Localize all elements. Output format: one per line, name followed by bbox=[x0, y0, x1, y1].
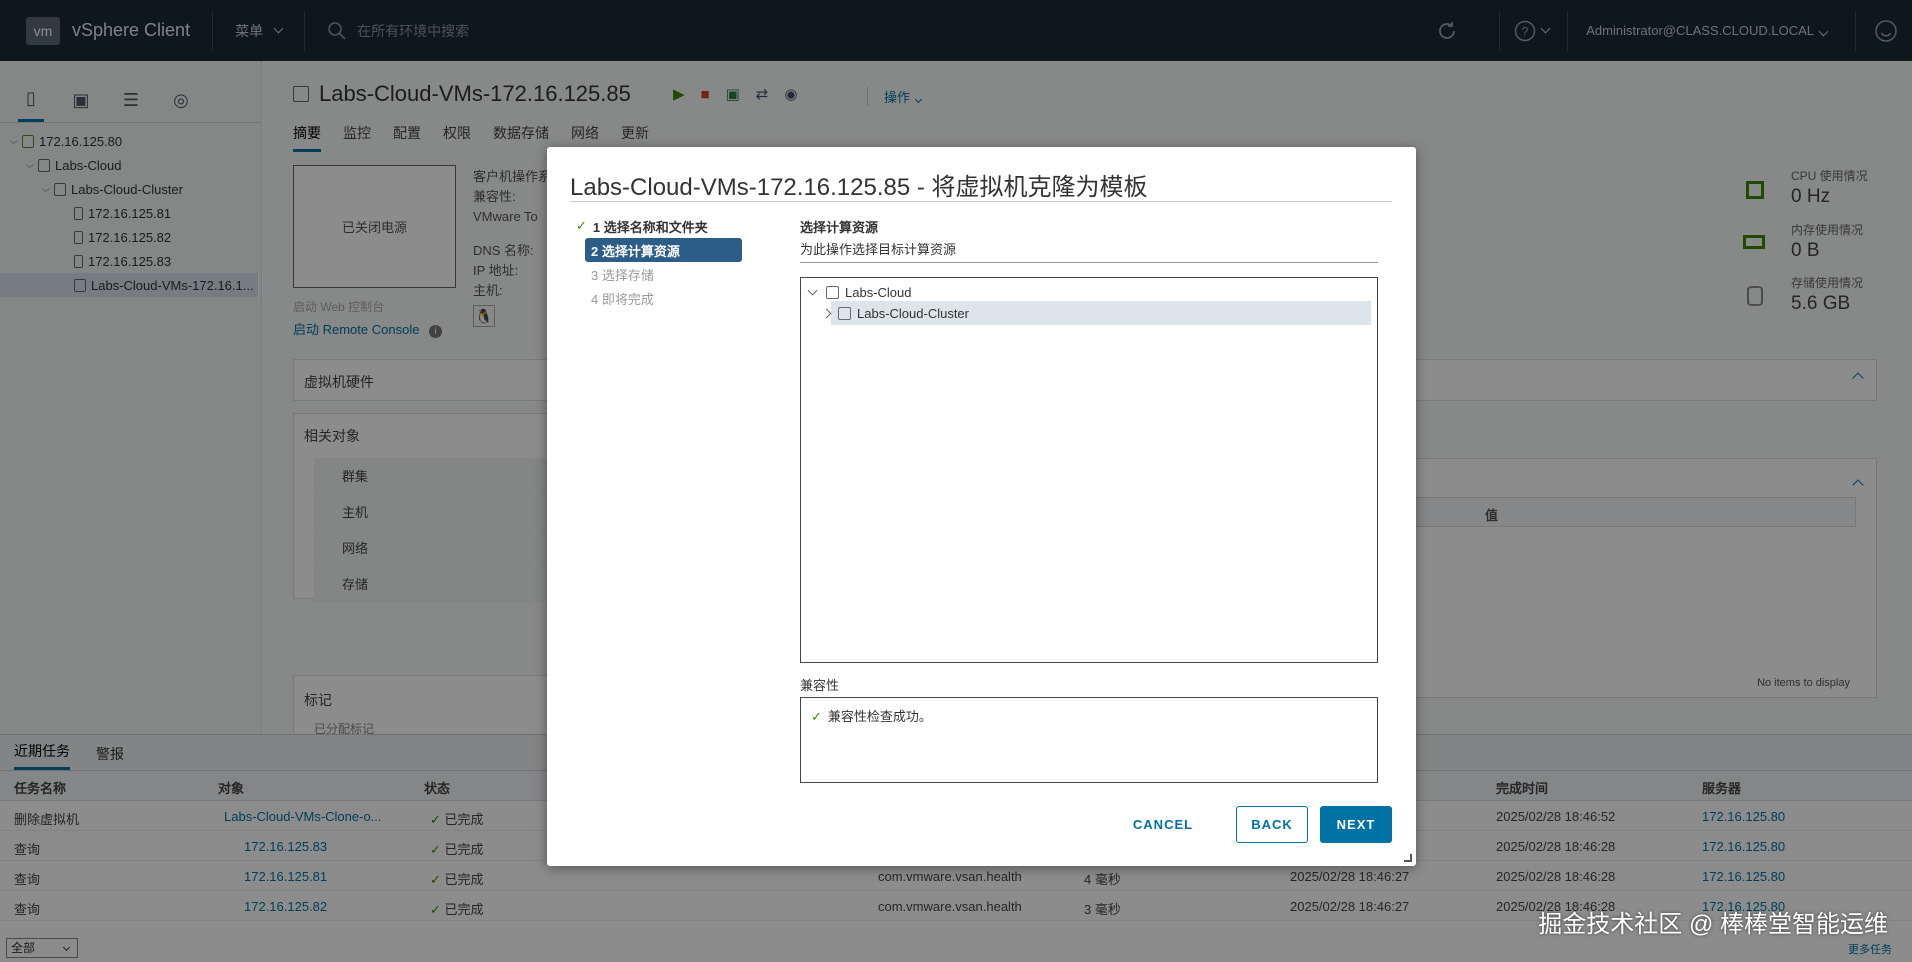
check-icon: ✓ bbox=[576, 218, 587, 233]
compatibility-message: 兼容性检查成功。 bbox=[827, 709, 932, 724]
section-title: 选择计算资源 bbox=[800, 220, 879, 235]
check-icon: ✓ bbox=[811, 709, 822, 724]
clone-to-template-wizard: Labs-Cloud-VMs-172.16.125.85 - 将虚拟机克隆为模板… bbox=[547, 147, 1416, 866]
compatibility-box: ✓ 兼容性检查成功。 bbox=[800, 697, 1378, 783]
tree-node-cluster[interactable]: Labs-Cloud-Cluster bbox=[821, 301, 1371, 325]
cluster-icon bbox=[838, 306, 851, 320]
wizard-title: Labs-Cloud-VMs-172.16.125.85 - 将虚拟机克隆为模板 bbox=[570, 174, 1148, 201]
back-button[interactable]: BACK bbox=[1236, 806, 1308, 843]
compute-resource-tree: Labs-Cloud Labs-Cloud-Cluster bbox=[800, 277, 1378, 663]
wizard-step-3: 3 选择存储 bbox=[591, 267, 654, 283]
compatibility-label: 兼容性 bbox=[800, 678, 840, 693]
wizard-step-4: 4 即将完成 bbox=[591, 291, 654, 307]
chevron-down-icon[interactable] bbox=[807, 285, 818, 295]
resize-handle-icon[interactable] bbox=[1404, 854, 1412, 862]
chevron-right-icon[interactable] bbox=[821, 308, 832, 318]
wizard-steps: ✓ 1 选择名称和文件夹 2 选择计算资源 3 选择存储 4 即将完成 bbox=[570, 214, 742, 310]
next-button[interactable]: NEXT bbox=[1320, 806, 1392, 843]
wizard-step-1[interactable]: ✓ 1 选择名称和文件夹 bbox=[570, 214, 742, 238]
wizard-step-2[interactable]: 2 选择计算资源 bbox=[585, 238, 742, 262]
cancel-button[interactable]: CANCEL bbox=[1128, 806, 1198, 843]
section-subtitle: 为此操作选择目标计算资源 bbox=[800, 242, 957, 257]
watermark: 掘金技术社区 @ 棒棒堂智能运维 bbox=[1538, 911, 1888, 938]
datacenter-icon bbox=[826, 285, 839, 299]
